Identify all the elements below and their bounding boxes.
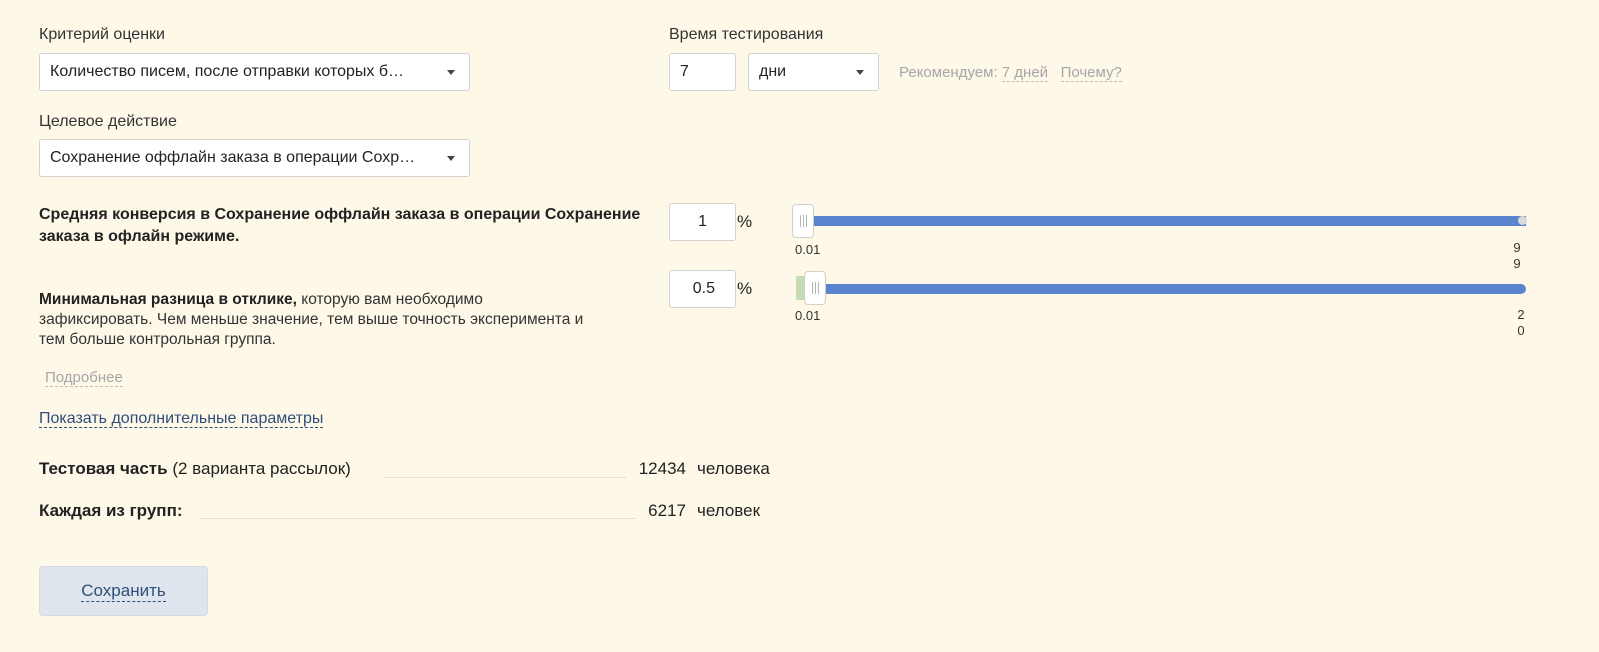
each-group-label: Каждая из групп: <box>39 501 183 520</box>
min-diff-slider-max: 2 0 <box>1517 307 1525 338</box>
chevron-down-icon <box>447 69 455 75</box>
avg-conversion-slider-min: 0.01 <box>795 242 821 257</box>
extra-params-wrap: Показать дополнительные параметры <box>39 410 324 428</box>
test-part-unit: человека <box>697 459 770 478</box>
test-part-count: 12434 <box>638 459 686 478</box>
min-diff-label: Минимальная разница в отклике, которую в… <box>39 290 583 350</box>
min-diff-label-line2: зафиксировать. Чем меньше значение, тем … <box>39 311 584 328</box>
avg-conversion-slider-track[interactable] <box>800 216 1526 226</box>
min-diff-label-line3: тем больше контрольная группа. <box>39 331 276 348</box>
chevron-down-icon <box>447 155 455 161</box>
save-button[interactable]: Сохранить <box>39 566 208 616</box>
avg-conversion-unit: % <box>737 212 753 231</box>
avg-conversion-slider-max: 9 9 <box>1513 240 1521 271</box>
test-part-label-rest: (2 варианта рассылок) <box>167 459 351 478</box>
min-diff-slider-handle[interactable] <box>804 271 826 305</box>
recommend-prefix: Рекомендуем: <box>899 64 998 81</box>
min-diff-unit: % <box>737 279 753 298</box>
min-diff-input[interactable]: 0.5 <box>669 270 736 308</box>
why-link[interactable]: Почему? <box>1060 64 1122 82</box>
test-part-label-bold: Тестовая часть <box>39 459 168 478</box>
target-action-select-value: Сохранение оффлайн заказа в операции Сох… <box>50 149 416 166</box>
target-action-label: Целевое действие <box>39 113 177 130</box>
min-diff-value: 0.5 <box>692 280 715 297</box>
grip-icon <box>811 282 819 294</box>
test-time-input[interactable]: 7 <box>669 53 736 91</box>
criterion-label: Критерий оценки <box>39 26 165 43</box>
each-group-unit: человек <box>697 501 761 520</box>
test-time-value: 7 <box>680 63 689 80</box>
criterion-select[interactable]: Количество писем, после отправки которых… <box>39 53 470 91</box>
test-part-label: Тестовая часть (2 варианта рассылок) <box>39 459 351 479</box>
min-diff-slider-track[interactable] <box>812 284 1526 294</box>
test-time-label: Время тестирования <box>669 26 824 43</box>
avg-conversion-input[interactable]: 1 <box>669 203 736 241</box>
more-link[interactable]: Подробнее <box>45 369 123 387</box>
each-group-count: 6217 <box>648 501 686 520</box>
avg-conversion-label-line1: Средняя конверсия в Сохранение оффлайн з… <box>39 206 641 223</box>
grip-icon <box>799 215 807 227</box>
avg-conversion-slider-handle[interactable] <box>792 204 814 238</box>
avg-conversion-label: Средняя конверсия в Сохранение оффлайн з… <box>39 204 640 248</box>
chevron-down-icon <box>856 69 864 75</box>
min-diff-label-rest: которую вам необходимо <box>296 291 483 308</box>
more-link-wrap: Подробнее <box>45 369 123 387</box>
recommend-text: Рекомендуем: 7 дней Почему? <box>899 64 1122 82</box>
extra-params-link[interactable]: Показать дополнительные параметры <box>39 410 324 428</box>
target-action-select[interactable]: Сохранение оффлайн заказа в операции Сох… <box>39 139 470 177</box>
min-diff-slider-min: 0.01 <box>795 308 821 323</box>
test-time-unit-select[interactable]: дни <box>748 53 879 91</box>
test-time-unit-value: дни <box>759 63 787 80</box>
min-diff-label-bold: Минимальная разница в отклике, <box>39 291 297 308</box>
avg-conversion-label-line2: заказа в офлайн режиме. <box>39 228 240 245</box>
save-button-label: Сохранить <box>81 580 166 602</box>
avg-conversion-slider-end <box>1518 216 1527 225</box>
avg-conversion-value: 1 <box>698 213 707 230</box>
recommend-link[interactable]: 7 дней <box>1001 64 1049 82</box>
criterion-select-value: Количество писем, после отправки которых… <box>50 63 404 80</box>
